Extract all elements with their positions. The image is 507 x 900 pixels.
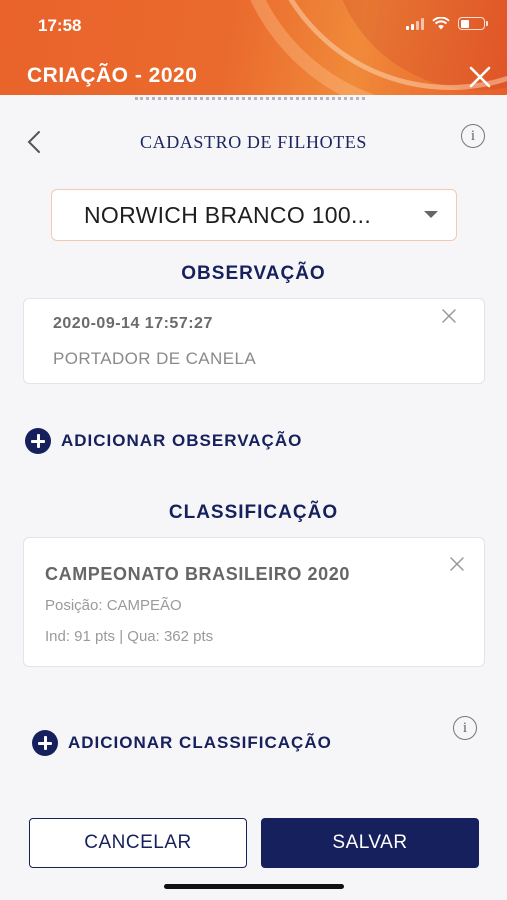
breed-select[interactable]: NORWICH BRANCO 100...	[51, 189, 457, 241]
plus-circle-icon	[25, 428, 51, 454]
observacao-section-title: OBSERVAÇÃO	[181, 263, 326, 284]
status-time: 17:58	[38, 16, 82, 35]
info-icon[interactable]: i	[453, 716, 477, 740]
info-icon[interactable]: i	[461, 124, 485, 148]
classification-points: Ind: 91 pts | Qua: 362 pts	[45, 628, 214, 645]
add-classification-label: ADICIONAR CLASSIFICAÇÃO	[68, 733, 332, 752]
wifi-icon	[432, 17, 450, 30]
battery-icon	[458, 17, 488, 30]
scrolled-content-edge	[135, 97, 365, 107]
home-indicator	[164, 884, 344, 889]
remove-observation-button[interactable]	[440, 307, 458, 325]
status-icons	[406, 17, 488, 30]
app-title: CRIAÇÃO - 2020	[27, 64, 198, 87]
observation-text: PORTADOR DE CANELA	[53, 349, 257, 368]
classification-name: CAMPEONATO BRASILEIRO 2020	[45, 564, 350, 584]
close-icon	[450, 557, 464, 571]
app-header: 17:58 CRIAÇÃO - 2020	[0, 0, 507, 95]
add-observation-button[interactable]: ADICIONAR OBSERVAÇÃO	[25, 428, 302, 454]
observation-card: 2020-09-14 17:57:27 PORTADOR DE CANELA	[23, 298, 485, 384]
caret-down-icon	[424, 211, 438, 218]
classification-position: Posição: CAMPEÃO	[45, 597, 182, 614]
add-observation-label: ADICIONAR OBSERVAÇÃO	[61, 431, 303, 450]
classification-card: CAMPEONATO BRASILEIRO 2020 Posição: CAMP…	[23, 537, 485, 667]
page-title: CADASTRO DE FILHOTES	[139, 132, 367, 152]
close-icon	[469, 66, 491, 88]
close-button[interactable]	[467, 64, 493, 90]
breed-select-value: NORWICH BRANCO 100...	[84, 201, 372, 228]
observation-date: 2020-09-14 17:57:27	[53, 315, 213, 332]
remove-classification-button[interactable]	[448, 555, 466, 573]
classificacao-section-title: CLASSIFICAÇÃO	[168, 502, 339, 523]
save-button[interactable]: SALVAR	[261, 818, 479, 868]
plus-circle-icon	[32, 730, 58, 756]
cancel-button[interactable]: CANCELAR	[29, 818, 247, 868]
add-classification-button[interactable]: ADICIONAR CLASSIFICAÇÃO	[32, 730, 332, 756]
signal-icon	[406, 17, 424, 30]
close-icon	[442, 309, 456, 323]
